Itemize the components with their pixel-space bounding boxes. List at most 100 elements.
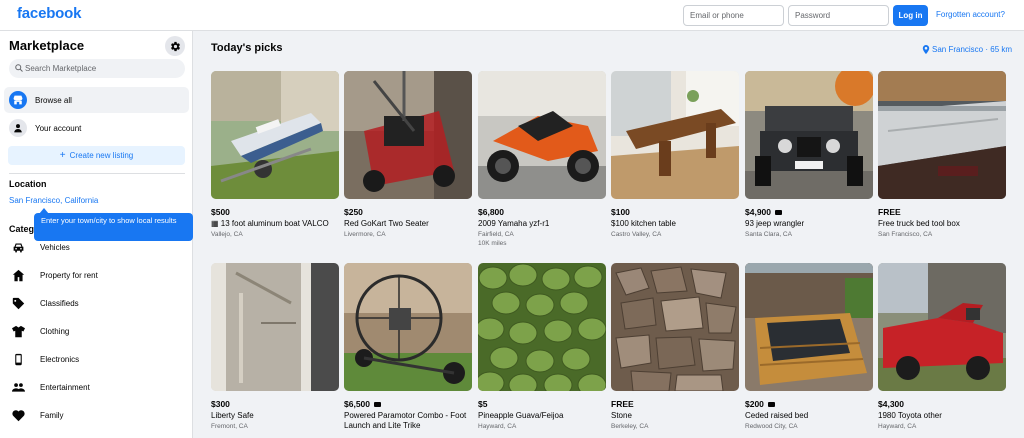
listing-price: $6,500 — [344, 399, 370, 409]
listing-mileage: 10K miles — [478, 240, 507, 247]
listing-card[interactable]: $4,900 93 jeep wrangler Santa Clara, CA — [745, 71, 873, 238]
listing-price: FREE — [878, 207, 901, 217]
login-button[interactable]: Log in — [893, 5, 928, 26]
listing-title: Pineapple Guava/Feijoa — [478, 411, 564, 420]
listing-price: FREE — [611, 399, 634, 409]
storefront-icon — [9, 91, 27, 109]
top-bar: facebook Log in Forgotten account? — [0, 0, 1024, 31]
listing-location: Hayward, CA — [878, 423, 917, 430]
location-link[interactable]: San Francisco, California — [9, 196, 98, 205]
listing-title: Ceded raised bed — [745, 411, 809, 420]
listing-price: $500 — [211, 207, 230, 217]
listing-price: $4,900 — [745, 207, 771, 217]
listing-card[interactable]: $5 Pineapple Guava/Feijoa Hayward, CA — [478, 263, 606, 430]
listing-price: $4,300 — [878, 399, 904, 409]
listing-title: Powered Paramotor Combo - Foot Launch an… — [344, 411, 467, 430]
listing-card[interactable]: $4,300 1980 Toyota other Hayward, CA — [878, 263, 1006, 430]
nav-browse-all[interactable]: Browse all — [4, 87, 189, 113]
listing-title: 93 jeep wrangler — [745, 219, 805, 228]
listing-location: Santa Clara, CA — [745, 231, 792, 238]
toyota-truck-photo[interactable] — [878, 263, 1006, 391]
listing-price: $200 — [745, 399, 764, 409]
category-label: Property for rent — [40, 270, 98, 280]
gear-icon — [170, 41, 180, 51]
listing-title: Stone — [611, 411, 632, 420]
listing-price: $300 — [211, 399, 230, 409]
location-pin-icon — [922, 45, 930, 54]
category-classifieds[interactable]: Classifieds — [4, 290, 189, 316]
category-entertainment[interactable]: Entertainment — [4, 374, 189, 400]
boat-photo[interactable] — [211, 71, 339, 199]
listing-card[interactable]: FREE Free truck bed tool box San Francis… — [878, 71, 1006, 238]
table-photo[interactable] — [611, 71, 739, 199]
listing-title: 13 foot aluminum boat VALCO — [220, 219, 329, 228]
listing-card[interactable]: $300 Liberty Safe Fremont, CA — [211, 263, 339, 430]
listing-price: $6,800 — [478, 207, 504, 217]
search-icon — [15, 64, 23, 72]
category-electronics[interactable]: Electronics — [4, 346, 189, 372]
house-icon — [9, 266, 27, 284]
gokart-photo[interactable] — [344, 71, 472, 199]
toolbox-photo[interactable] — [878, 71, 1006, 199]
category-clothing[interactable]: Clothing — [4, 318, 189, 344]
category-property[interactable]: Property for rent — [4, 262, 189, 288]
category-label: Family — [40, 410, 64, 420]
listing-card[interactable]: $6,800 2009 Yamaha yzf-r1 Fairfield, CA … — [478, 71, 606, 247]
safe-photo[interactable] — [211, 263, 339, 391]
location-heading: Location — [9, 179, 47, 189]
tag-icon — [9, 294, 27, 312]
settings-button[interactable] — [165, 36, 185, 56]
forgot-account-link[interactable]: Forgotten account? — [936, 10, 1005, 19]
nav-your-account[interactable]: Your account — [4, 115, 189, 141]
listing-title: Liberty Safe — [211, 411, 254, 420]
video-icon — [775, 209, 782, 215]
category-label: Clothing — [40, 326, 70, 336]
password-field[interactable] — [788, 5, 889, 26]
video-icon — [767, 401, 775, 407]
person-icon — [9, 119, 27, 137]
listing-location: Hayward, CA — [478, 423, 517, 430]
qr-icon: ▦ — [211, 219, 221, 228]
paramotor-photo[interactable] — [344, 263, 472, 391]
listing-card[interactable]: $100 $100 kitchen table Castro Valley, C… — [611, 71, 739, 238]
motorcycle-photo[interactable] — [478, 71, 606, 199]
phone-icon — [9, 350, 27, 368]
listing-price: $100 — [611, 207, 630, 217]
location-tooltip: Enter your town/city to show local resul… — [34, 213, 193, 241]
listing-card[interactable]: FREE Stone Berkeley, CA — [611, 263, 739, 430]
location-filter-link[interactable]: San Francisco · 65 km — [922, 45, 1012, 54]
listing-card[interactable]: $6,500 Powered Paramotor Combo - Foot La… — [344, 263, 472, 431]
search-bar[interactable] — [9, 59, 185, 78]
guava-photo[interactable] — [478, 263, 606, 391]
plus-icon: + — [59, 149, 66, 161]
people-icon — [9, 378, 27, 396]
location-filter-label: San Francisco · 65 km — [932, 45, 1013, 54]
category-label: Vehicles — [40, 242, 70, 252]
create-listing-label: Create new listing — [69, 151, 134, 160]
heart-icon — [9, 406, 27, 424]
stone-photo[interactable] — [611, 263, 739, 391]
listing-card[interactable]: $500 ▦ 13 foot aluminum boat VALCO Valle… — [211, 71, 339, 238]
email-field[interactable] — [683, 5, 784, 26]
listing-location: Redwood City, CA — [745, 423, 798, 430]
facebook-logo[interactable]: facebook — [17, 5, 81, 22]
search-input[interactable] — [25, 59, 180, 78]
listing-card[interactable]: $200 Ceded raised bed Redwood City, CA — [745, 263, 873, 430]
category-family[interactable]: Family — [4, 402, 189, 428]
listing-title: $100 kitchen table — [611, 219, 676, 228]
raised-bed-photo[interactable] — [745, 263, 873, 391]
video-icon — [374, 401, 381, 407]
jeep-photo[interactable] — [745, 71, 873, 199]
shirt-icon — [9, 322, 27, 340]
create-listing-button[interactable]: + Create new listing — [8, 146, 185, 165]
category-label: Classifieds — [40, 298, 79, 308]
car-icon — [9, 238, 27, 256]
listing-location: Berkeley, CA — [611, 423, 649, 430]
listing-location: Castro Valley, CA — [611, 231, 662, 238]
page-title: Today's picks — [211, 42, 283, 54]
sidebar-title: Marketplace — [9, 38, 85, 53]
listing-location: Fairfield, CA — [478, 231, 514, 238]
listing-location: San Francisco, CA — [878, 231, 933, 238]
listing-card[interactable]: $250 Red GoKart Two Seater Livermore, CA — [344, 71, 472, 238]
category-label: Electronics — [40, 354, 80, 364]
